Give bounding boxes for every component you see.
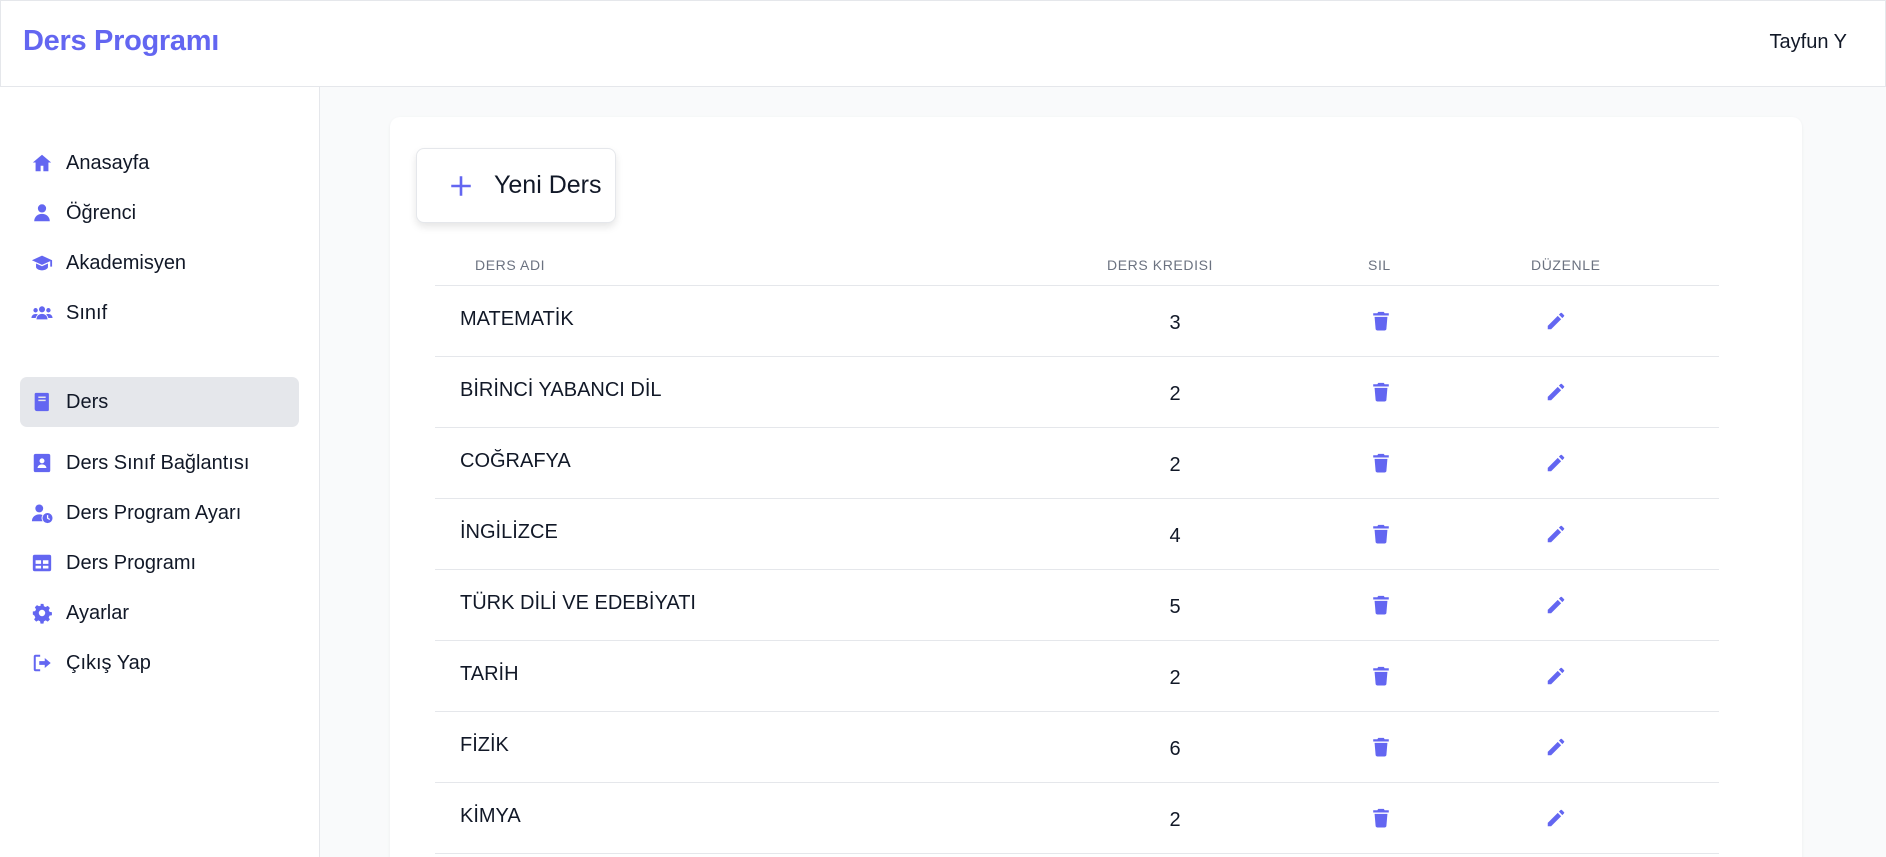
- table-row: COĞRAFYA 2: [435, 428, 1719, 499]
- table-icon: [30, 551, 54, 575]
- main-content: Yeni Ders DERS ADI DERS KREDISI SIL DÜZE…: [321, 87, 1886, 857]
- pencil-icon[interactable]: [1545, 594, 1569, 618]
- app-title[interactable]: Ders Programı: [23, 25, 219, 58]
- sidebar-item-ayarlar[interactable]: Ayarlar: [20, 588, 299, 638]
- trash-icon[interactable]: [1370, 310, 1394, 334]
- table-row: BİRİNCİ YABANCI DİL 2: [435, 357, 1719, 428]
- sidebar-item-ders[interactable]: Ders: [20, 377, 299, 427]
- table-row: TÜRK DİLİ VE EDEBİYATI 5: [435, 570, 1719, 641]
- trash-icon[interactable]: [1370, 665, 1394, 689]
- sidebar-item-label: Akademisyen: [66, 251, 187, 274]
- trash-icon[interactable]: [1370, 452, 1394, 476]
- sidebar-item-anasayfa[interactable]: Anasayfa: [20, 138, 299, 188]
- pencil-icon[interactable]: [1545, 381, 1569, 405]
- book-icon: [30, 390, 54, 414]
- pencil-icon[interactable]: [1545, 736, 1569, 760]
- sidebar-item-label: Ders: [66, 390, 109, 413]
- course-credit: 4: [1169, 525, 1181, 547]
- table-row: KİMYA 2: [435, 783, 1719, 854]
- trash-icon[interactable]: [1370, 807, 1394, 831]
- sign-out-icon: [30, 651, 54, 675]
- course-name: İNGİLİZCE: [460, 521, 558, 543]
- sidebar-item-label: Öğrenci: [66, 201, 137, 224]
- table-row: MATEMATİK 3: [435, 286, 1719, 357]
- course-credit: 2: [1169, 809, 1181, 831]
- trash-icon[interactable]: [1370, 523, 1394, 547]
- courses-card: Yeni Ders DERS ADI DERS KREDISI SIL DÜZE…: [390, 117, 1802, 857]
- sidebar-item-akademisyen[interactable]: Akademisyen: [20, 238, 299, 288]
- sidebar-item-label: Ders Sınıf Bağlantısı: [66, 451, 250, 474]
- course-name: KİMYA: [460, 805, 521, 827]
- table-row: FİZİK 6: [435, 712, 1719, 783]
- sidebar-item-label: Ders Programı: [66, 551, 197, 574]
- plus-icon: [451, 175, 471, 196]
- sidebar-item-ders-programi[interactable]: Ders Programı: [20, 538, 299, 588]
- sidebar-item-label: Ayarlar: [66, 601, 129, 624]
- users-icon: [30, 301, 54, 325]
- home-icon: [30, 151, 54, 175]
- trash-icon[interactable]: [1370, 381, 1394, 405]
- course-name: BİRİNCİ YABANCI DİL: [460, 379, 662, 401]
- table-row: İNGİLİZCE 4: [435, 499, 1719, 570]
- sidebar-item-ogrenci[interactable]: Öğrenci: [20, 188, 299, 238]
- sidebar: Anasayfa Öğrenci Akademisyen Sınıf Ders …: [0, 87, 320, 857]
- column-header-delete: SIL: [1368, 257, 1391, 273]
- gear-icon: [30, 601, 54, 625]
- new-course-button[interactable]: Yeni Ders: [416, 148, 616, 223]
- column-header-credit: DERS KREDISI: [1107, 257, 1213, 273]
- user-icon: [30, 201, 54, 225]
- sidebar-item-ders-sinif-baglantisi[interactable]: Ders Sınıf Bağlantısı: [20, 438, 299, 488]
- user-clock-icon: [30, 501, 54, 525]
- pencil-icon[interactable]: [1545, 310, 1569, 334]
- course-credit: 2: [1169, 383, 1181, 405]
- course-credit: 2: [1169, 667, 1181, 689]
- new-course-button-label: Yeni Ders: [494, 171, 602, 199]
- course-name: FİZİK: [460, 734, 509, 756]
- sidebar-item-label: Anasayfa: [66, 151, 150, 174]
- sidebar-item-sinif[interactable]: Sınıf: [20, 288, 299, 338]
- pencil-icon[interactable]: [1545, 665, 1569, 689]
- sidebar-item-label: Çıkış Yap: [66, 651, 151, 674]
- table-row: TARİH 2: [435, 641, 1719, 712]
- column-header-edit: DÜZENLE: [1531, 257, 1601, 273]
- top-bar: Ders Programı Tayfun Y: [0, 0, 1886, 87]
- sidebar-item-cikis-yap[interactable]: Çıkış Yap: [20, 638, 299, 688]
- course-credit: 5: [1169, 596, 1181, 618]
- sidebar-item-ders-program-ayari[interactable]: Ders Program Ayarı: [20, 488, 299, 538]
- user-name[interactable]: Tayfun Y: [1770, 31, 1847, 54]
- course-name: COĞRAFYA: [460, 450, 571, 472]
- course-name: TARİH: [460, 663, 519, 685]
- pencil-icon[interactable]: [1545, 452, 1569, 476]
- course-credit: 6: [1169, 738, 1181, 760]
- course-credit: 3: [1169, 312, 1181, 334]
- column-header-name: DERS ADI: [475, 257, 546, 273]
- course-name: MATEMATİK: [460, 308, 574, 330]
- course-name: TÜRK DİLİ VE EDEBİYATI: [460, 592, 696, 614]
- courses-table: DERS ADI DERS KREDISI SIL DÜZENLE MATEMA…: [435, 244, 1719, 854]
- trash-icon[interactable]: [1370, 736, 1394, 760]
- trash-icon[interactable]: [1370, 594, 1394, 618]
- course-credit: 2: [1169, 454, 1181, 476]
- sidebar-item-label: Ders Program Ayarı: [66, 501, 242, 524]
- sidebar-item-label: Sınıf: [66, 301, 108, 324]
- pencil-icon[interactable]: [1545, 807, 1569, 831]
- pencil-icon[interactable]: [1545, 523, 1569, 547]
- contact-book-icon: [30, 451, 54, 475]
- table-header: DERS ADI DERS KREDISI SIL DÜZENLE: [435, 244, 1719, 286]
- graduation-cap-icon: [30, 251, 54, 275]
